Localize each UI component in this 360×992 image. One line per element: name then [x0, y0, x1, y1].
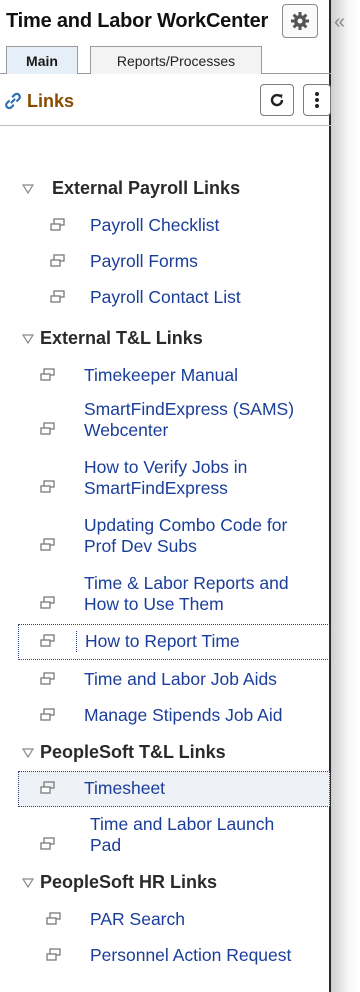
link-personnel-action-request[interactable]: Personnel Action Request — [0, 938, 331, 974]
link-item-icon — [50, 290, 65, 303]
link-item-icon — [50, 254, 65, 267]
group-label: PeopleSoft HR Links — [40, 872, 218, 892]
tab-main[interactable]: Main — [6, 46, 78, 74]
collapse-triangle-icon — [22, 184, 34, 194]
gear-icon — [291, 12, 309, 30]
links-pagelet-title[interactable]: Links — [4, 88, 74, 114]
link-label[interactable]: Personnel Action Request — [90, 945, 291, 966]
link-item-icon — [40, 708, 55, 721]
link-label[interactable]: Time and Labor Job Aids — [84, 669, 277, 690]
link-smartfindexpress-webcenter[interactable]: SmartFindExpress (SAMS) Webcenter — [0, 396, 331, 444]
workcenter-panel: Time and Labor WorkCenter Main Reports/P… — [0, 0, 331, 992]
link-timekeeper-manual[interactable]: Timekeeper Manual — [0, 358, 331, 394]
refresh-icon — [270, 93, 284, 107]
link-updating-combo-code[interactable]: Updating Combo Code for Prof Dev Subs — [0, 512, 331, 560]
vertical-ellipsis-icon — [315, 92, 319, 108]
collapse-triangle-icon — [22, 748, 34, 758]
link-item-icon — [40, 422, 55, 435]
link-par-search[interactable]: PAR Search — [0, 902, 331, 938]
link-item-icon — [46, 912, 61, 925]
link-label[interactable]: Updating Combo Code for Prof Dev Subs — [84, 515, 309, 557]
link-item-icon — [40, 538, 55, 551]
link-item-icon — [40, 634, 55, 647]
group-label: External Payroll Links — [52, 178, 241, 198]
link-timesheet[interactable]: Timesheet — [18, 771, 330, 807]
link-label[interactable]: Manage Stipends Job Aid — [84, 705, 282, 726]
link-how-to-verify-jobs[interactable]: How to Verify Jobs in SmartFindExpress — [0, 454, 331, 502]
link-item-icon — [40, 837, 55, 850]
link-item-icon — [40, 368, 55, 381]
link-payroll-forms[interactable]: Payroll Forms — [0, 244, 331, 280]
link-label[interactable]: Time and Labor Launch Pad — [90, 814, 300, 856]
group-external-payroll-links[interactable]: External Payroll Links — [0, 172, 331, 206]
panel-shadow — [331, 0, 360, 992]
collapse-panel-icon[interactable]: « — [334, 10, 354, 34]
link-label[interactable]: Time & Labor Reports and How to Use Them — [84, 573, 324, 615]
link-label[interactable]: How to Report Time — [76, 631, 240, 652]
link-label[interactable]: Payroll Forms — [90, 251, 198, 272]
link-label[interactable]: SmartFindExpress (SAMS) Webcenter — [84, 399, 324, 441]
link-label[interactable]: Payroll Checklist — [90, 215, 219, 236]
settings-button[interactable] — [282, 4, 318, 38]
workcenter-tabs: Main Reports/Processes — [0, 42, 331, 74]
link-label[interactable]: Timesheet — [84, 778, 165, 799]
link-item-icon — [40, 672, 55, 685]
link-payroll-checklist[interactable]: Payroll Checklist — [0, 208, 331, 244]
link-manage-stipends[interactable]: Manage Stipends Job Aid — [0, 698, 331, 734]
link-item-icon — [40, 596, 55, 609]
link-how-to-report-time[interactable]: How to Report Time — [18, 624, 330, 660]
links-title-text: Links — [27, 90, 75, 111]
more-actions-button[interactable] — [303, 84, 331, 116]
tab-reports-processes[interactable]: Reports/Processes — [90, 46, 262, 74]
workcenter-title: Time and Labor WorkCenter — [6, 10, 269, 32]
link-label[interactable]: Payroll Contact List — [90, 287, 241, 308]
link-chain-icon — [5, 92, 21, 110]
group-external-tl-links[interactable]: External T&L Links — [0, 322, 331, 356]
link-payroll-contact-list[interactable]: Payroll Contact List — [0, 280, 331, 316]
link-label[interactable]: PAR Search — [90, 909, 185, 930]
workcenter-frame: Time and Labor WorkCenter Main Reports/P… — [0, 0, 360, 992]
link-time-and-labor-launch-pad[interactable]: Time and Labor Launch Pad — [0, 811, 331, 859]
group-peoplesoft-tl-links[interactable]: PeopleSoft T&L Links — [0, 736, 331, 770]
workcenter-header: Time and Labor WorkCenter — [0, 0, 331, 42]
group-label: PeopleSoft T&L Links — [40, 742, 226, 762]
link-label[interactable]: Timekeeper Manual — [84, 365, 238, 386]
link-tl-reports[interactable]: Time & Labor Reports and How to Use Them — [0, 570, 331, 618]
link-time-and-labor-job-aids[interactable]: Time and Labor Job Aids — [0, 662, 331, 698]
links-pagelet-header: Links — [0, 74, 331, 126]
refresh-button[interactable] — [260, 84, 294, 116]
collapse-triangle-icon — [22, 878, 34, 888]
link-label[interactable]: How to Verify Jobs in SmartFindExpress — [84, 457, 294, 499]
collapse-triangle-icon — [22, 334, 34, 344]
link-item-icon — [50, 218, 65, 231]
link-item-icon — [40, 781, 55, 794]
link-item-icon — [40, 480, 55, 493]
group-label: External T&L Links — [40, 328, 203, 348]
link-item-icon — [46, 948, 61, 961]
group-peoplesoft-hr-links[interactable]: PeopleSoft HR Links — [0, 866, 331, 900]
